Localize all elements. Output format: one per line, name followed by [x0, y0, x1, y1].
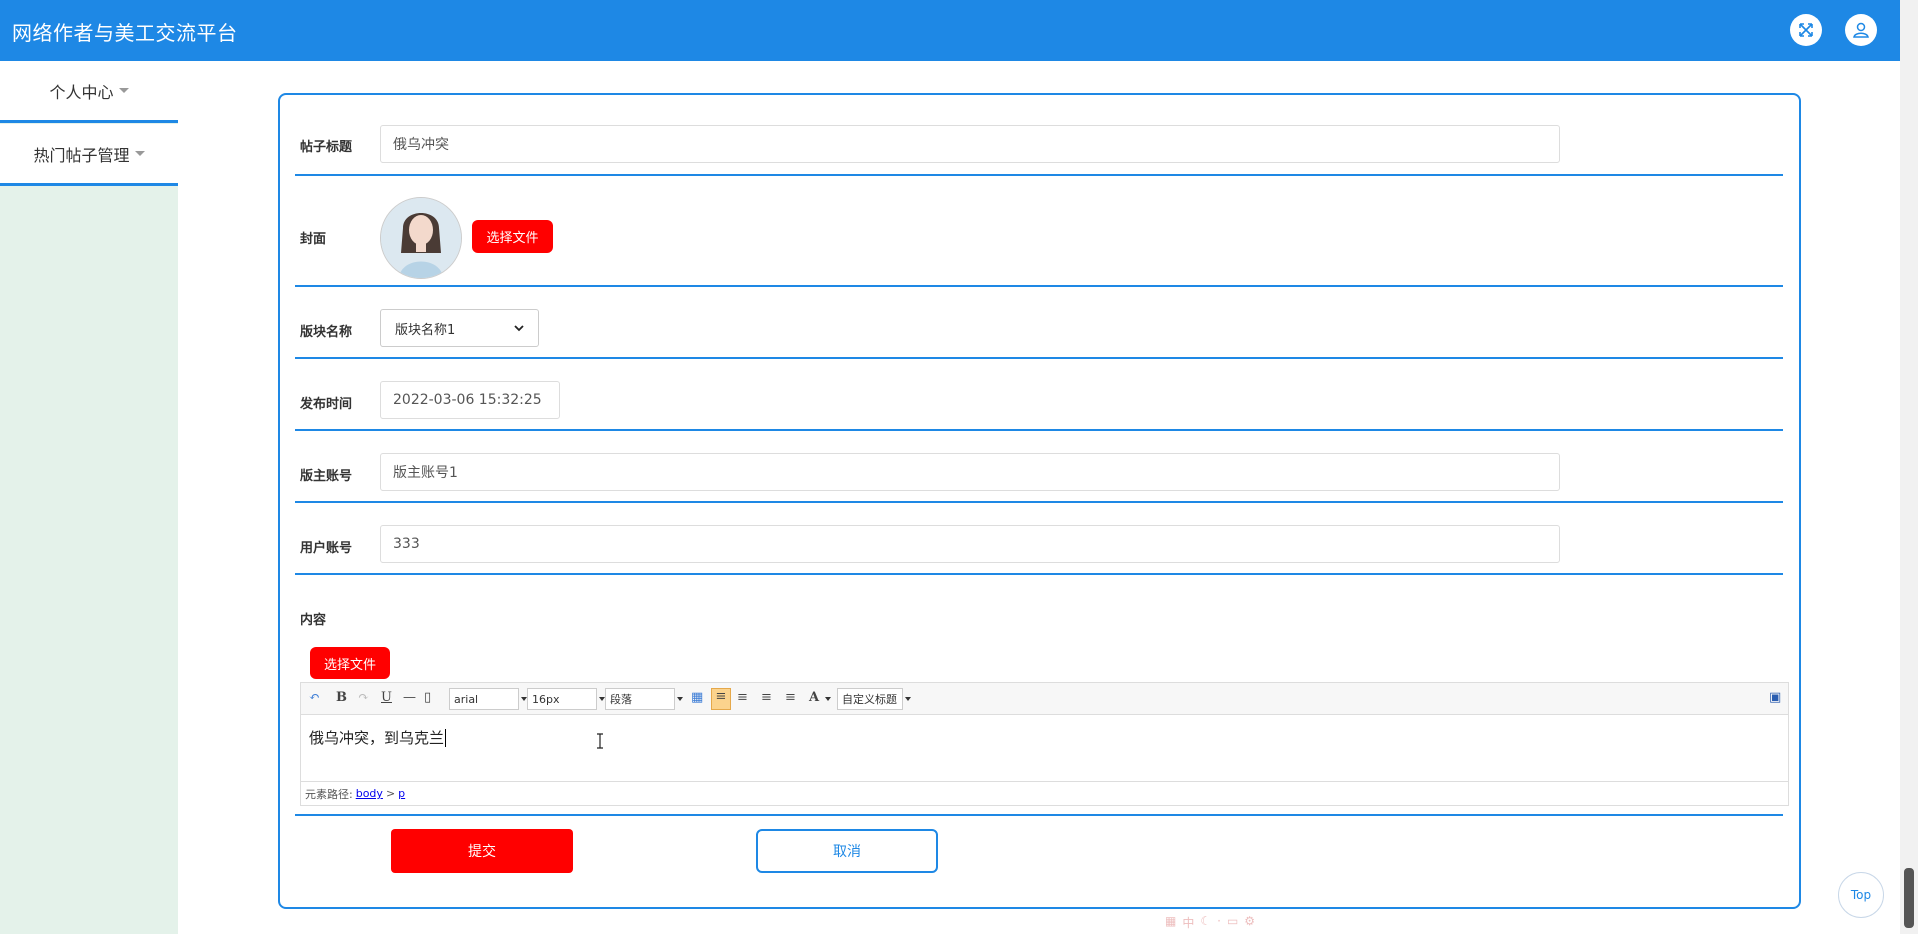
content-select-file-button[interactable]: 选择文件: [310, 647, 390, 679]
rich-text-editor: ↶ B ↷ U — ▯ arial 16px 段落 ▦ ≡ ≡ ≡ ≡ A 自定…: [300, 682, 1789, 806]
section-select-value: 版块名称1: [395, 322, 456, 338]
row-divider: [295, 174, 1783, 176]
user-account-label: 用户账号: [300, 541, 353, 556]
row-divider: [295, 573, 1783, 575]
caret-down-icon: [134, 151, 145, 156]
cover-select-file-button[interactable]: 选择文件: [472, 220, 553, 253]
fullscreen-editor-icon[interactable]: ▣: [1769, 690, 1781, 705]
align-justify-icon[interactable]: ≡: [785, 690, 796, 705]
font-color-icon[interactable]: A: [809, 690, 819, 705]
ime-moon-icon: ☾: [1200, 914, 1212, 928]
redo-icon[interactable]: ↷: [358, 690, 369, 705]
editor-status-bar: 元素路径: body > p: [301, 781, 1788, 805]
align-right-icon[interactable]: ≡: [737, 690, 748, 705]
section-select[interactable]: 版块名称1: [380, 309, 539, 347]
cover-label: 封面: [300, 232, 327, 247]
content-label: 内容: [300, 613, 327, 628]
chevron-down-icon: [514, 325, 524, 332]
publish-time-label: 发布时间: [300, 397, 353, 412]
cover-image: [380, 197, 462, 279]
row-divider: [295, 501, 1783, 503]
cancel-button[interactable]: 取消: [756, 829, 938, 873]
caret-down-icon: [118, 88, 129, 93]
app-title: 网络作者与美工交流平台: [12, 21, 238, 45]
ime-toolbar: ▦ 中 ☾ · ▭ ⚙: [1165, 914, 1255, 932]
row-divider: [295, 814, 1783, 816]
font-color-dropdown-icon[interactable]: [823, 688, 833, 710]
align-left-icon[interactable]: ≡: [711, 688, 731, 710]
moderator-input[interactable]: 版主账号1: [380, 453, 1560, 491]
custom-title-select[interactable]: 自定义标题: [837, 688, 903, 710]
editor-toolbar: ↶ B ↷ U — ▯ arial 16px 段落 ▦ ≡ ≡ ≡ ≡ A 自定…: [301, 683, 1788, 715]
underline-icon[interactable]: U: [381, 690, 392, 705]
row-divider: [295, 357, 1783, 359]
title-input[interactable]: 俄乌冲突: [380, 125, 1560, 163]
path-p-link[interactable]: p: [398, 787, 405, 800]
undo-icon[interactable]: ↶: [309, 690, 320, 705]
page-icon[interactable]: ▯: [424, 690, 431, 705]
top-header: 网络作者与美工交流平台: [0, 0, 1900, 61]
ime-settings-icon: ⚙: [1244, 914, 1256, 928]
sidebar-item-label: 热门帖子管理: [33, 145, 130, 165]
custom-title-dropdown-icon[interactable]: [903, 688, 913, 710]
editor-content[interactable]: 俄乌冲突，到乌克兰: [309, 727, 447, 748]
text-caret: [445, 729, 447, 747]
row-divider: [295, 429, 1783, 431]
cover-portrait-icon: [381, 198, 461, 278]
sidebar-item-hot-posts[interactable]: 热门帖子管理: [0, 124, 178, 186]
font-family-select[interactable]: arial: [449, 688, 519, 710]
align-center-icon[interactable]: ≡: [761, 690, 772, 705]
table-icon[interactable]: ▦: [691, 690, 703, 705]
title-label: 帖子标题: [300, 140, 353, 155]
path-body-link[interactable]: body: [356, 787, 383, 800]
section-label: 版块名称: [300, 325, 353, 340]
paragraph-select[interactable]: 段落: [605, 688, 675, 710]
user-icon: [1853, 22, 1869, 38]
paragraph-value: 段落: [610, 693, 632, 706]
fullscreen-icon: [1799, 23, 1813, 37]
ime-logo-icon: ▦: [1165, 914, 1177, 928]
sidebar: 个人中心 热门帖子管理: [0, 61, 178, 934]
paragraph-dropdown-icon[interactable]: [675, 688, 685, 710]
sidebar-item-label: 个人中心: [49, 82, 114, 102]
user-button[interactable]: [1845, 14, 1877, 46]
ime-punct-icon: ·: [1217, 914, 1221, 928]
fullscreen-button[interactable]: [1790, 14, 1822, 46]
scrollbar-thumb[interactable]: [1904, 868, 1914, 928]
user-account-input[interactable]: 333: [380, 525, 1560, 563]
row-divider: [295, 285, 1783, 287]
horizontal-rule-icon[interactable]: —: [403, 690, 416, 705]
element-path-label: 元素路径:: [305, 787, 353, 801]
text-cursor-icon: [597, 733, 603, 749]
page-scrollbar[interactable]: [1900, 0, 1918, 934]
ime-mode-label: 中: [1182, 916, 1195, 930]
bold-icon[interactable]: B: [336, 690, 347, 705]
ime-keyboard-icon: ▭: [1226, 914, 1239, 928]
font-size-value: 16px: [532, 692, 560, 706]
font-family-value: arial: [454, 692, 479, 706]
editor-text: 俄乌冲突，到乌克兰: [309, 729, 445, 747]
back-to-top-button[interactable]: Top: [1838, 872, 1884, 918]
submit-button[interactable]: 提交: [391, 829, 573, 873]
path-separator: >: [385, 787, 396, 800]
custom-title-value: 自定义标题: [842, 693, 897, 706]
sidebar-item-personal-center[interactable]: 个人中心: [0, 61, 178, 123]
font-size-select[interactable]: 16px: [527, 688, 597, 710]
moderator-label: 版主账号: [300, 469, 353, 484]
publish-time-input[interactable]: 2022-03-06 15:32:25: [380, 381, 560, 419]
